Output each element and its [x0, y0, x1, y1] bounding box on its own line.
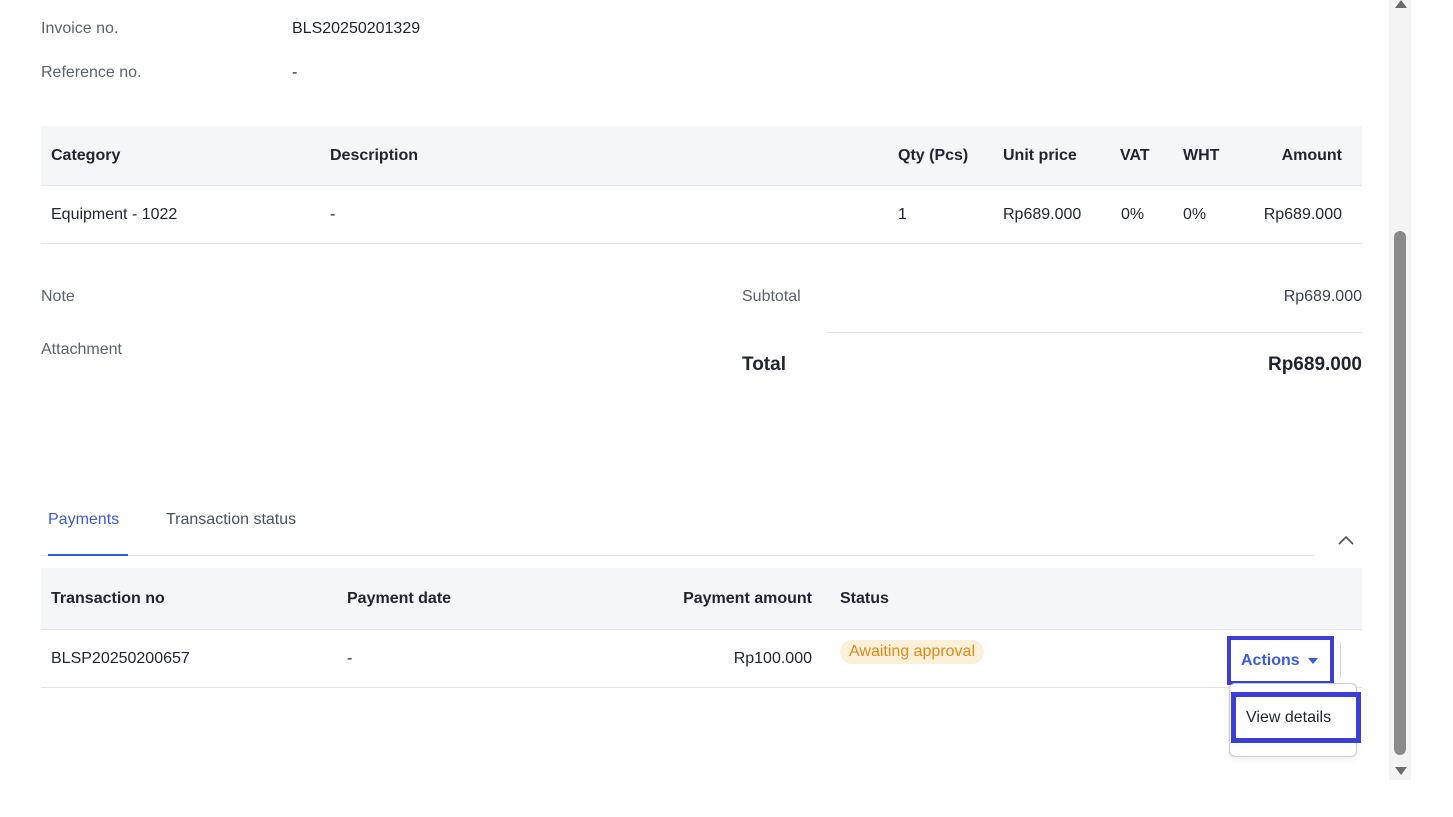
item-qty: 1 — [898, 205, 907, 223]
actions-divider — [1340, 642, 1341, 678]
col-status-header: Status — [840, 589, 889, 607]
invoice-no-label: Invoice no. — [41, 20, 119, 37]
item-wht: 0% — [1183, 205, 1207, 223]
tab-payments[interactable]: Payments — [48, 511, 119, 529]
col-unit-price-header: Unit price — [1003, 146, 1077, 164]
item-amount: Rp689.000 — [1263, 205, 1342, 223]
total-value: Rp689.000 — [1267, 354, 1362, 375]
attachment-label: Attachment — [41, 341, 122, 358]
col-payment-date-header: Payment date — [347, 589, 452, 607]
caret-down-icon — [1307, 657, 1318, 664]
item-unit-price: Rp689.000 — [1003, 205, 1082, 223]
col-qty-header: Qty (Pcs) — [898, 146, 969, 164]
tab-active-indicator — [48, 554, 128, 556]
reference-no-value: - — [292, 64, 298, 81]
item-vat: 0% — [1121, 205, 1145, 223]
payment-amount: Rp100.000 — [733, 649, 812, 667]
summary-divider — [827, 332, 1362, 333]
subtotal-label: Subtotal — [742, 288, 801, 305]
col-wht-header: WHT — [1183, 146, 1220, 164]
actions-button[interactable]: Actions — [1227, 636, 1334, 685]
actions-button-label: Actions — [1241, 651, 1300, 669]
note-label: Note — [41, 288, 75, 305]
col-category-header: Category — [51, 146, 121, 164]
invoice-no-value: BLS20250201329 — [292, 20, 421, 37]
col-description-header: Description — [330, 146, 419, 164]
status-badge: Awaiting approval — [840, 640, 985, 664]
menu-item-view-details[interactable]: View details — [1231, 692, 1361, 743]
item-category: Equipment - 1022 — [51, 205, 178, 223]
total-label: Total — [742, 354, 786, 375]
items-table-header: Category Description Qty (Pcs) Unit pric… — [41, 126, 1362, 186]
subtotal-value: Rp689.000 — [1283, 288, 1362, 305]
collapse-button[interactable] — [1334, 528, 1358, 552]
items-table: Category Description Qty (Pcs) Unit pric… — [41, 126, 1362, 244]
reference-no-label: Reference no. — [41, 64, 142, 81]
chevron-up-icon — [1338, 535, 1354, 545]
col-payment-amount-header: Payment amount — [683, 589, 812, 607]
payment-tabs: Payments Transaction status — [41, 500, 1314, 556]
payments-table-header: Transaction no Payment date Payment amou… — [41, 568, 1362, 630]
col-vat-header: VAT — [1120, 146, 1150, 164]
item-description: - — [330, 205, 336, 223]
table-row: BLSP20250200657 - Rp100.000 Awaiting app… — [41, 630, 1362, 688]
col-transaction-no-header: Transaction no — [51, 589, 165, 607]
payment-transaction-no: BLSP20250200657 — [51, 649, 190, 667]
scroll-down-icon[interactable] — [1395, 767, 1407, 775]
payments-table: Transaction no Payment date Payment amou… — [41, 568, 1362, 688]
payment-date: - — [347, 649, 353, 667]
col-amount-header: Amount — [1281, 146, 1342, 164]
table-row: Equipment - 1022 - 1 Rp689.000 0% 0% Rp6… — [41, 186, 1362, 244]
scroll-up-icon[interactable] — [1395, 0, 1407, 8]
scrollbar-thumb[interactable] — [1394, 231, 1406, 755]
tab-transaction-status[interactable]: Transaction status — [166, 511, 296, 529]
